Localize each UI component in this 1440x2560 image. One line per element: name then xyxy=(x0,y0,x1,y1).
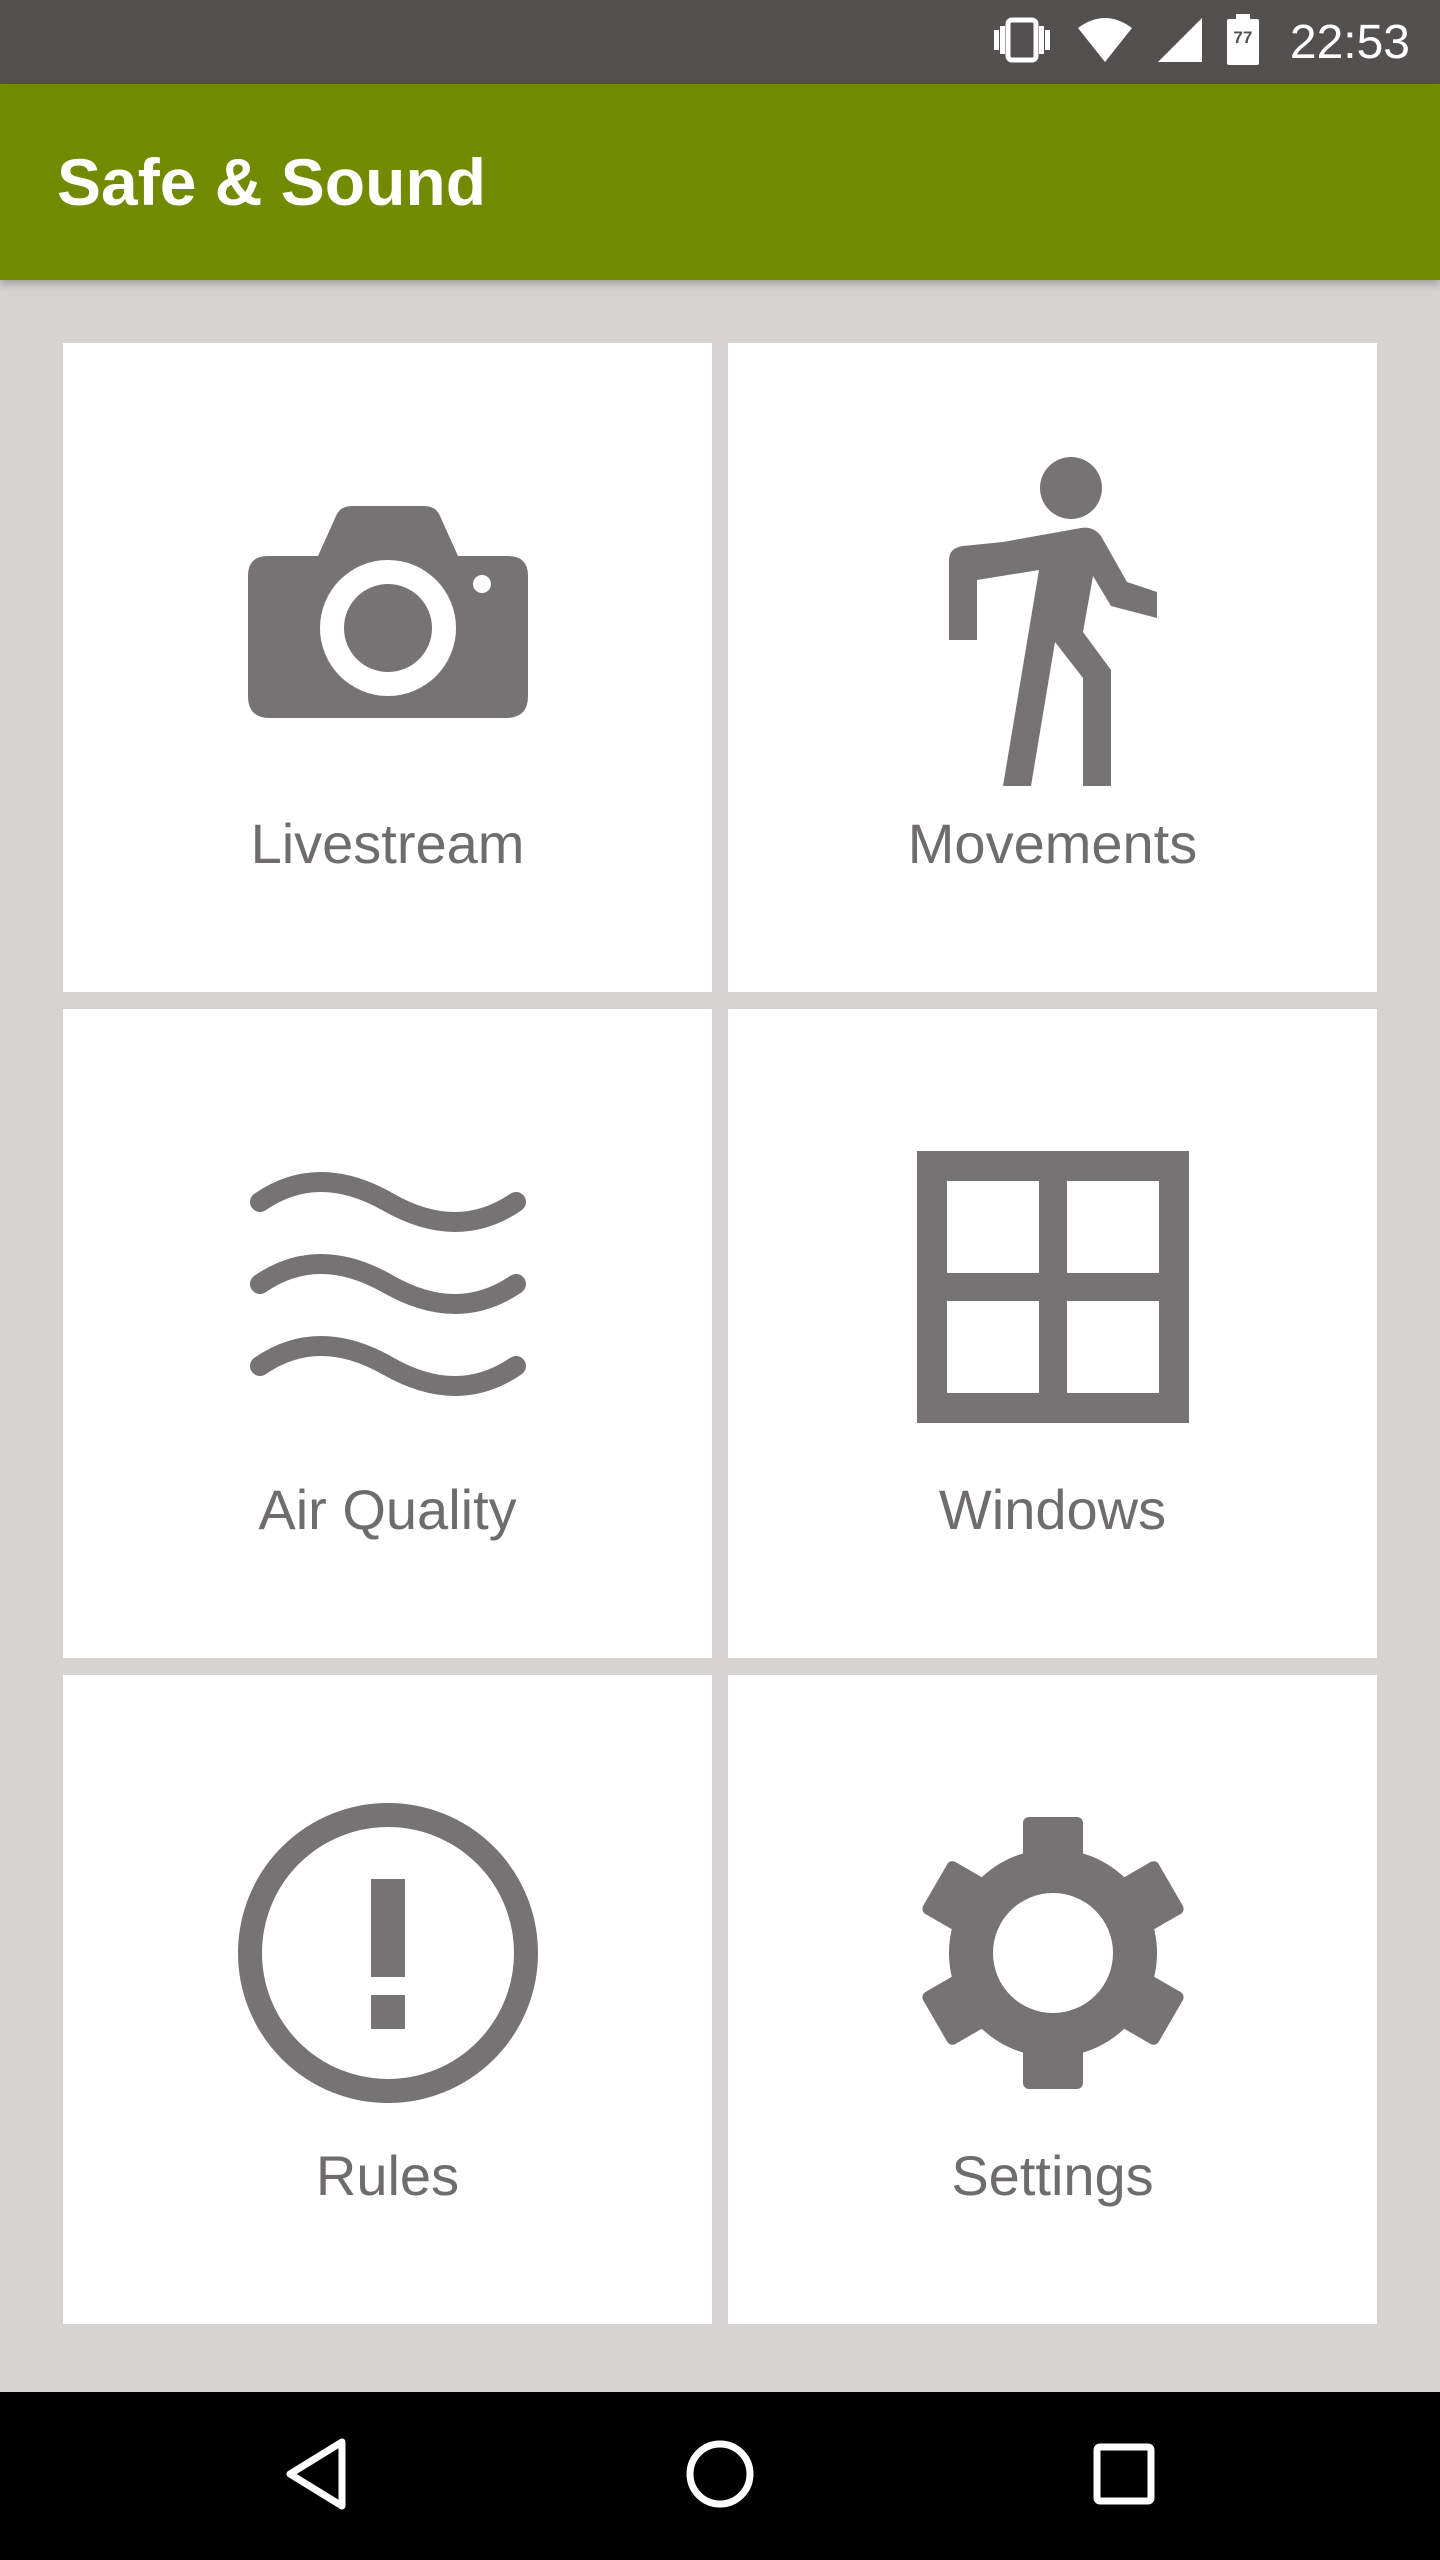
tile-settings[interactable]: Settings xyxy=(728,1675,1377,2324)
recents-button[interactable] xyxy=(1040,2392,1208,2560)
back-button[interactable] xyxy=(232,2392,400,2560)
status-bar: 77 22:53 xyxy=(0,0,1440,84)
tile-label: Movements xyxy=(907,812,1198,875)
recents-icon xyxy=(1092,2442,1156,2511)
wifi-icon xyxy=(1076,16,1134,69)
battery-icon: 77 xyxy=(1226,13,1260,71)
walking-person-icon xyxy=(943,456,1163,791)
gear-icon xyxy=(913,1813,1193,2098)
tile-label: Settings xyxy=(951,2144,1154,2207)
tile-air-quality[interactable]: Air Quality xyxy=(63,1009,712,1658)
window-grid-icon xyxy=(916,1150,1189,1428)
vibrate-icon xyxy=(990,16,1054,69)
camera-icon xyxy=(247,505,528,741)
tile-movements[interactable]: Movements xyxy=(728,343,1377,992)
air-waves-icon xyxy=(248,1171,528,1407)
tile-label: Rules xyxy=(315,2144,460,2207)
tile-rules[interactable]: Rules xyxy=(63,1675,712,2324)
back-icon xyxy=(284,2438,348,2515)
status-time: 22:53 xyxy=(1289,15,1410,69)
home-button[interactable] xyxy=(636,2392,804,2560)
battery-level: 77 xyxy=(1233,27,1253,47)
home-icon xyxy=(684,2438,756,2515)
tile-label: Livestream xyxy=(250,812,525,875)
app-bar: Safe & Sound xyxy=(0,84,1440,280)
tile-livestream[interactable]: Livestream xyxy=(63,343,712,992)
cell-signal-icon xyxy=(1156,16,1204,69)
tile-windows[interactable]: Windows xyxy=(728,1009,1377,1658)
navigation-bar xyxy=(0,2392,1440,2560)
app-title: Safe & Sound xyxy=(57,145,487,219)
status-icons: 77 22:53 xyxy=(990,0,1410,84)
alert-circle-icon xyxy=(236,1801,540,2110)
tile-label: Windows xyxy=(938,1478,1167,1541)
tile-label: Air Quality xyxy=(258,1478,517,1541)
